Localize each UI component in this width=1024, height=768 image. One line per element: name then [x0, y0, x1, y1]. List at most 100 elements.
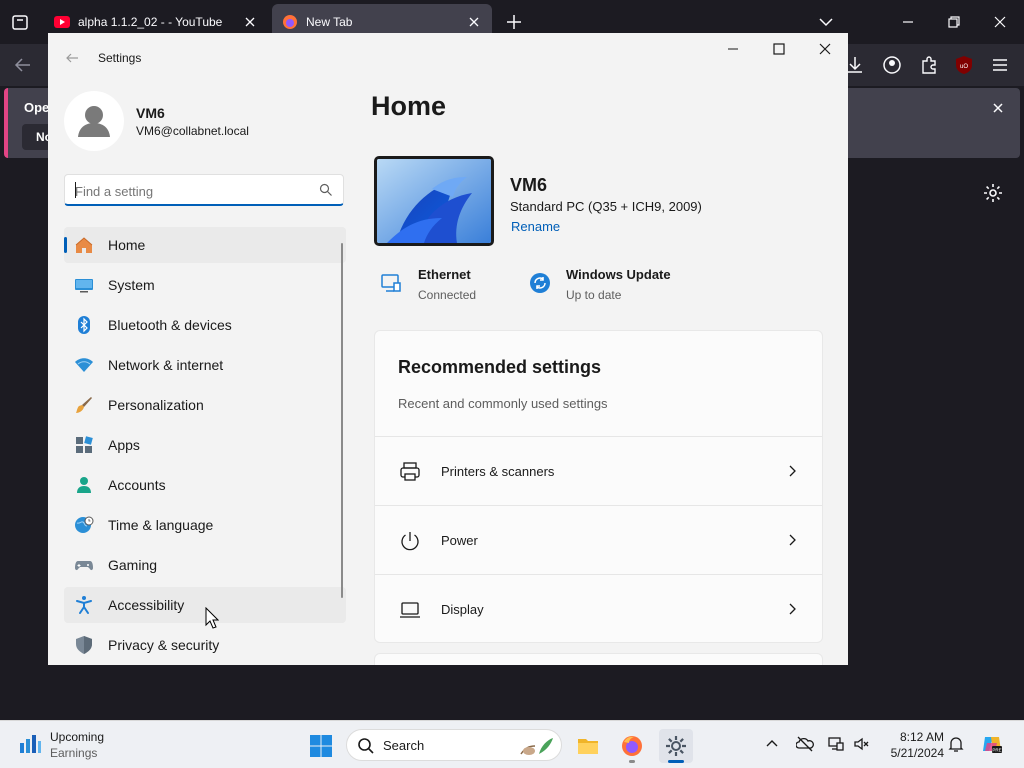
firefox-icon	[283, 15, 297, 29]
back-arrow-icon[interactable]	[64, 50, 80, 66]
clock-date[interactable]: 5/21/2024	[870, 746, 944, 760]
taskbar-firefox[interactable]	[615, 729, 649, 763]
youtube-icon	[54, 16, 70, 28]
close-icon[interactable]	[815, 41, 835, 57]
restore-icon[interactable]	[944, 12, 964, 32]
search-highlight-icon	[520, 738, 553, 755]
windows-start-icon[interactable]	[309, 734, 333, 758]
windows-update-status[interactable]: Windows Update Up to date	[528, 265, 698, 305]
sidebar-item-accounts[interactable]: Accounts	[64, 467, 346, 503]
sidebar-item-label: Bluetooth & devices	[108, 317, 232, 333]
taskbar: Upcoming Earnings Search 8:12 AM 5/21/20…	[0, 720, 1024, 768]
minimize-icon[interactable]	[723, 41, 743, 57]
system-icon	[75, 279, 93, 293]
close-window-icon[interactable]	[990, 12, 1010, 32]
ethernet-status[interactable]: Ethernet Connected	[380, 265, 510, 305]
new-tab-plus-icon[interactable]	[504, 12, 524, 32]
device-wallpaper-thumbnail	[374, 156, 494, 246]
taskbar-file-explorer[interactable]	[571, 729, 605, 763]
sidebar-item-privacy-security[interactable]: Privacy & security	[64, 627, 346, 663]
item-label: Printers & scanners	[441, 464, 555, 479]
status-subtitle: Connected	[418, 288, 477, 302]
maximize-icon[interactable]	[769, 41, 789, 57]
close-icon[interactable]	[990, 100, 1006, 116]
onedrive-offline-icon[interactable]	[796, 735, 814, 753]
search-label: Search	[383, 738, 425, 753]
stocks-widget-icon[interactable]	[18, 731, 42, 755]
person-icon	[77, 477, 91, 493]
recommended-item-power[interactable]: Power	[375, 505, 822, 574]
chevron-up-icon[interactable]	[763, 735, 781, 753]
sidebar-nav: Home System Bluetooth & devices Network …	[64, 227, 346, 665]
apps-icon	[76, 436, 93, 453]
wifi-icon	[75, 358, 93, 372]
globe-clock-icon	[75, 516, 94, 533]
running-indicator	[629, 760, 635, 763]
sidebar-item-time-language[interactable]: Time & language	[64, 507, 346, 543]
power-icon	[401, 532, 419, 551]
accessibility-icon	[76, 596, 92, 614]
widget-title[interactable]: Upcoming	[50, 730, 104, 744]
display-icon	[400, 602, 420, 618]
card-title: Recommended settings	[398, 357, 602, 377]
folder-icon	[578, 739, 598, 754]
network-icon[interactable]	[827, 735, 845, 753]
sidebar-item-label: Time & language	[108, 517, 214, 533]
person-icon	[78, 106, 110, 137]
extensions-icon[interactable]	[918, 54, 940, 76]
copilot-icon[interactable]: PRE	[981, 733, 1003, 755]
bluetooth-icon	[78, 316, 90, 334]
recommended-item-printers[interactable]: Printers & scanners	[375, 436, 822, 505]
sidebar-item-label: Network & internet	[108, 357, 224, 373]
sidebar-item-system[interactable]: System	[64, 267, 346, 303]
ublock-origin-icon[interactable]: uO	[953, 54, 975, 76]
gamepad-icon	[75, 561, 93, 571]
device-name: VM6	[510, 175, 548, 195]
mouse-cursor-icon	[205, 607, 219, 629]
firefox-icon	[622, 736, 642, 756]
taskbar-search[interactable]: Search	[346, 729, 562, 761]
sidebar-item-home[interactable]: Home	[64, 227, 346, 263]
recommended-item-display[interactable]: Display	[375, 574, 822, 642]
title-bar: Settings	[48, 33, 848, 81]
chevron-right-icon	[789, 603, 796, 615]
svg-text:uO: uO	[960, 64, 968, 70]
gear-icon[interactable]	[982, 182, 1004, 204]
shield-icon	[76, 636, 92, 654]
sidebar-item-gaming[interactable]: Gaming	[64, 547, 346, 583]
sidebar-item-network[interactable]: Network & internet	[64, 347, 346, 383]
close-tab-icon[interactable]	[466, 14, 482, 30]
clock-time[interactable]: 8:12 AM	[880, 730, 944, 744]
back-arrow-icon[interactable]	[12, 54, 34, 76]
sidebar-item-label: Personalization	[108, 397, 204, 413]
brush-icon	[76, 397, 92, 413]
minimize-icon[interactable]	[898, 12, 918, 32]
ethernet-icon	[381, 274, 401, 292]
search-input[interactable]	[75, 181, 305, 201]
volume-muted-icon[interactable]	[853, 735, 871, 753]
account-icon[interactable]	[881, 54, 903, 76]
item-label: Display	[441, 602, 484, 617]
home-icon	[75, 237, 93, 253]
list-all-tabs-icon[interactable]	[8, 10, 32, 34]
taskbar-settings[interactable]	[659, 729, 693, 763]
text-caret	[75, 182, 76, 198]
sidebar-item-apps[interactable]: Apps	[64, 427, 346, 463]
notification-bell-icon[interactable]	[947, 735, 965, 753]
search-icon[interactable]	[319, 183, 333, 197]
tab-label: New Tab	[306, 15, 353, 29]
sidebar-item-personalization[interactable]: Personalization	[64, 387, 346, 423]
widget-subtitle[interactable]: Earnings	[50, 746, 97, 760]
menu-icon[interactable]	[989, 54, 1011, 76]
avatar[interactable]	[64, 91, 124, 151]
close-tab-icon[interactable]	[242, 14, 258, 30]
sidebar-item-bluetooth[interactable]: Bluetooth & devices	[64, 307, 346, 343]
printer-icon	[400, 462, 420, 481]
chevron-down-icon[interactable]	[816, 12, 836, 32]
sidebar-item-label: System	[108, 277, 155, 293]
sidebar-scrollbar[interactable]	[341, 243, 343, 598]
search-setting-box[interactable]	[64, 174, 344, 206]
rename-link[interactable]: Rename	[511, 219, 560, 234]
card-subtitle: Recent and commonly used settings	[398, 396, 608, 411]
device-spec: Standard PC (Q35 + ICH9, 2009)	[510, 199, 702, 214]
